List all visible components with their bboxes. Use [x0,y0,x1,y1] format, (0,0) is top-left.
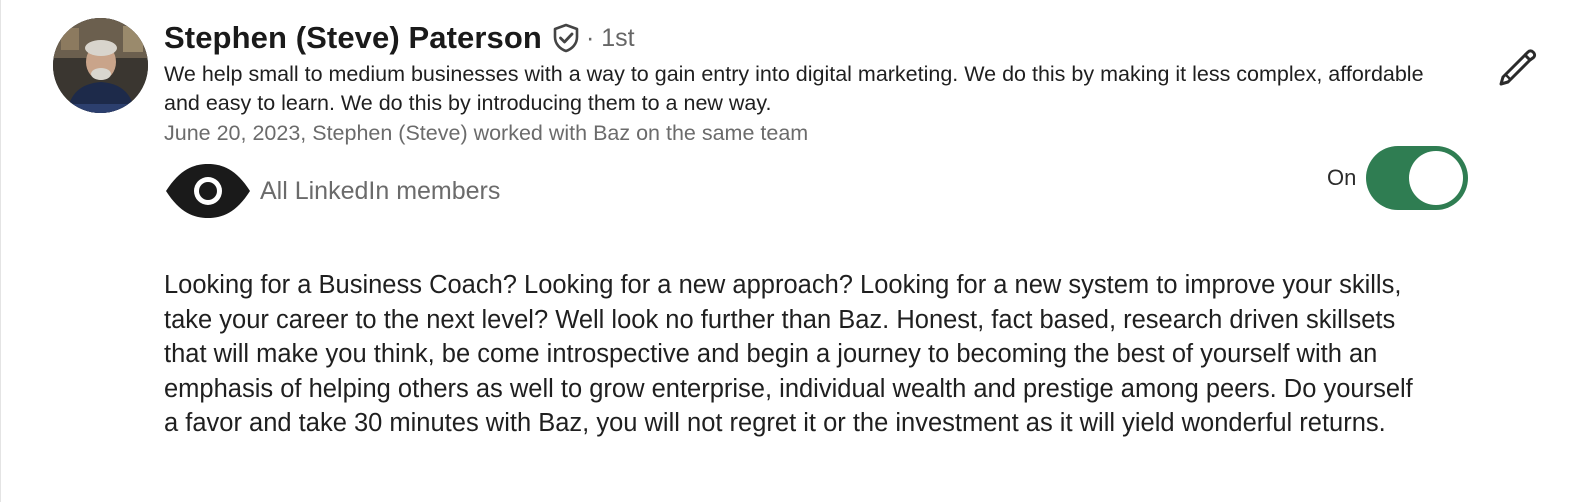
verified-shield-icon [552,23,580,53]
recommendation-card: Stephen (Steve) Paterson · 1st We help s… [0,0,1594,502]
eye-icon [164,163,252,219]
author-name-row: Stephen (Steve) Paterson · 1st [164,18,635,58]
author-headline: We help small to medium businesses with … [164,62,1424,115]
toggle-knob [1409,151,1464,205]
edit-button[interactable] [1495,44,1539,88]
pencil-icon [1495,44,1539,88]
display-toggle-group: On [1327,146,1469,210]
recommendation-date-relationship: June 20, 2023, Stephen (Steve) worked wi… [164,121,809,145]
author-avatar[interactable] [53,18,148,113]
visibility-label: All LinkedIn members [260,176,501,205]
author-name[interactable]: Stephen (Steve) Paterson [164,20,542,56]
connection-degree: · 1st [585,23,635,52]
recommendation-text: Looking for a Business Coach? Looking fo… [164,271,1413,437]
display-toggle-switch[interactable] [1366,146,1469,210]
visibility-selector[interactable]: All LinkedIn members [164,162,500,220]
toggle-label: On [1327,165,1357,190]
